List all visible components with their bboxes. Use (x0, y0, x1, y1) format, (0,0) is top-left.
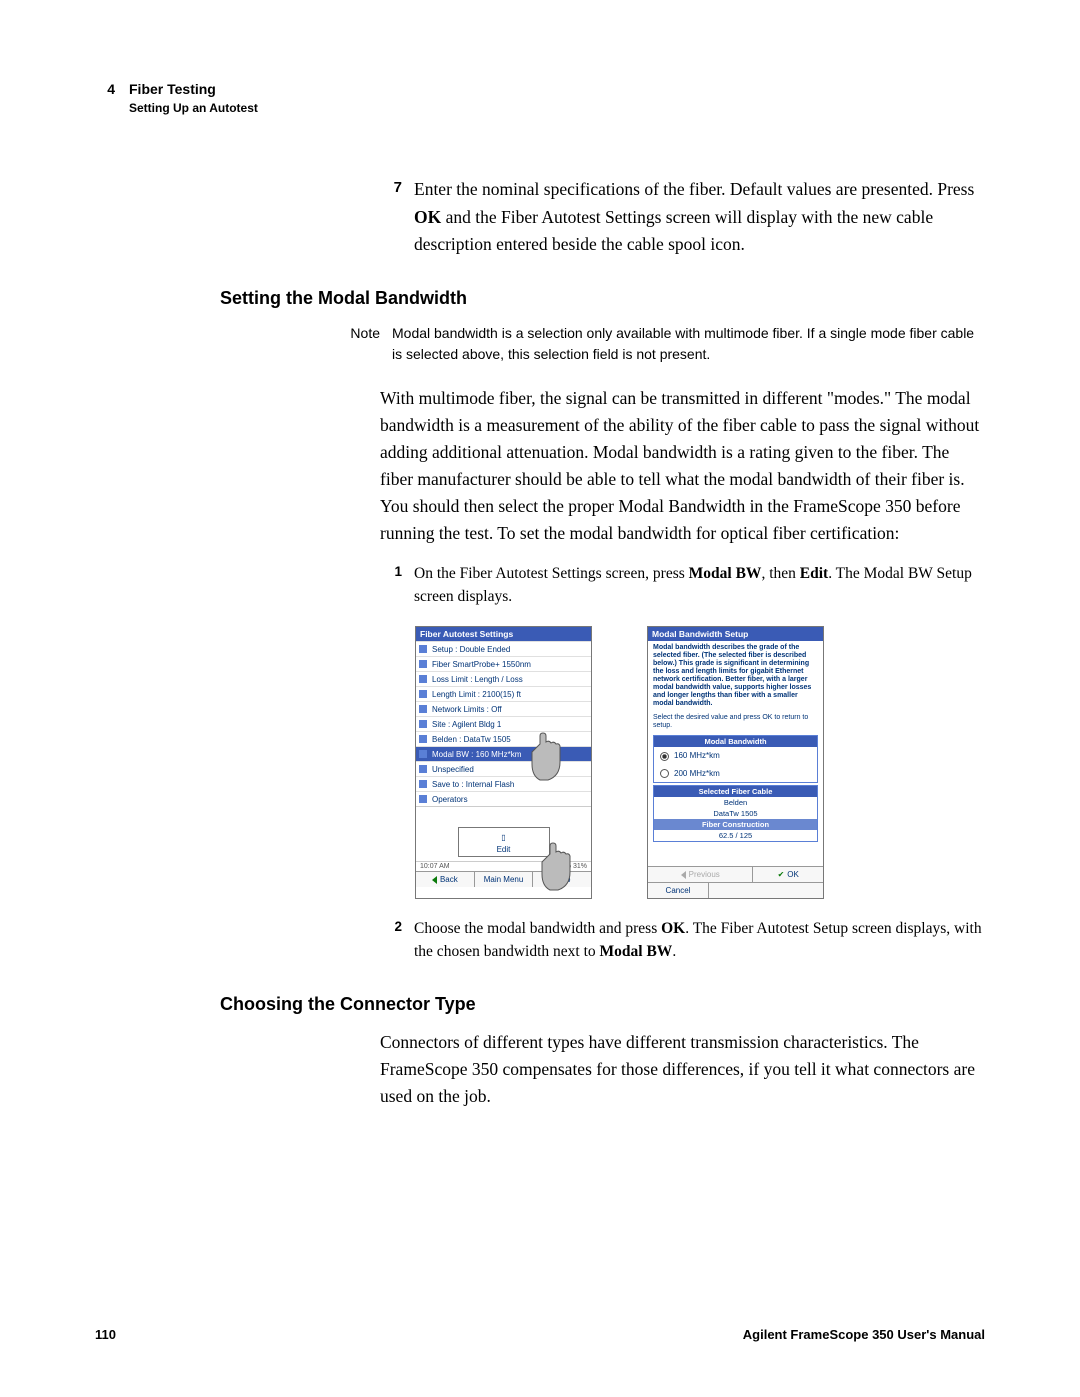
step-7: 7 Enter the nominal specifications of th… (380, 176, 985, 257)
box-subtitle: Fiber Construction (654, 819, 817, 830)
chapter-number: 4 (95, 80, 115, 100)
screen-title: Fiber Autotest Settings (416, 627, 591, 641)
list-item: Site : Agilent Bldg 1 (416, 716, 591, 731)
back-arrow-icon (681, 871, 686, 879)
connector-paragraph: Connectors of different types have diffe… (380, 1029, 985, 1110)
screenshot-autotest-settings: Fiber Autotest Settings Setup : Double E… (415, 626, 592, 899)
step-text: Enter the nominal specifications of the … (414, 176, 985, 257)
check-icon: ✔ (778, 870, 785, 879)
step-text: Choose the modal bandwidth and press OK.… (414, 917, 985, 964)
page-header: 4 Fiber Testing Setting Up an Autotest (95, 80, 985, 116)
note-row: Note Modal bandwidth is a selection only… (335, 323, 985, 365)
heading-connector-type: Choosing the Connector Type (220, 994, 985, 1015)
page-footer: 110 Agilent FrameScope 350 User's Manual (95, 1327, 985, 1342)
main-menu-button: Main Menu (475, 872, 534, 887)
selected-fiber-box: Selected Fiber Cable Belden DataTw 1505 … (653, 785, 818, 842)
figure-row: Fiber Autotest Settings Setup : Double E… (415, 626, 985, 899)
page-number: 110 (95, 1327, 116, 1342)
screenshot-modal-bw-setup: Modal Bandwidth Setup Modal bandwidth de… (647, 626, 824, 899)
modal-paragraph: With multimode fiber, the signal can be … (380, 385, 985, 548)
modal-step-1: 1 On the Fiber Autotest Settings screen,… (380, 562, 985, 609)
back-arrow-icon (432, 876, 437, 884)
heading-modal-bandwidth: Setting the Modal Bandwidth (220, 288, 985, 309)
list-item: Setup : Double Ended (416, 641, 591, 656)
hand-pointer-icon (526, 732, 566, 782)
screen-title: Modal Bandwidth Setup (648, 627, 823, 641)
chapter-title: Fiber Testing (129, 81, 216, 97)
box-title: Modal Bandwidth (654, 736, 817, 747)
cancel-button: Cancel (648, 883, 709, 898)
box-title: Selected Fiber Cable (654, 786, 817, 797)
fiber-val: DataTw 1505 (654, 808, 817, 819)
step-text: On the Fiber Autotest Settings screen, p… (414, 562, 985, 609)
manual-title: Agilent FrameScope 350 User's Manual (743, 1327, 985, 1342)
modal-step-2: 2 Choose the modal bandwidth and press O… (380, 917, 985, 964)
modal-bandwidth-box: Modal Bandwidth 160 MHz*km 200 MHz*km (653, 735, 818, 783)
button-row-2: Cancel (648, 882, 823, 898)
list-item: Length Limit : 2100(15) ft (416, 686, 591, 701)
time: 10:07 AM (420, 863, 450, 870)
back-button: Back (416, 872, 475, 887)
button-row: Previous ✔OK (648, 866, 823, 882)
step-number: 2 (380, 917, 402, 964)
ok-button: ✔OK (753, 867, 823, 882)
step-number: 1 (380, 562, 402, 609)
note-label: Note (335, 323, 380, 365)
select-prompt: Select the desired value and press OK to… (648, 711, 823, 733)
list-item: Operators (416, 791, 591, 806)
previous-button: Previous (648, 867, 753, 882)
fiber-val: Belden (654, 797, 817, 808)
blurb: Modal bandwidth describes the grade of t… (648, 641, 823, 711)
section-title: Setting Up an Autotest (129, 100, 985, 117)
list-item: Loss Limit : Length / Loss (416, 671, 591, 686)
list-item: Fiber SmartProbe+ 1550nm (416, 656, 591, 671)
hand-pointer-icon (536, 842, 576, 892)
note-text: Modal bandwidth is a selection only avai… (392, 323, 985, 365)
fiber-val: 62.5 / 125 (654, 830, 817, 841)
list-item: Network Limits : Off (416, 701, 591, 716)
radio-160: 160 MHz*km (654, 747, 817, 764)
step-number: 7 (380, 176, 402, 257)
radio-200: 200 MHz*km (654, 765, 817, 782)
